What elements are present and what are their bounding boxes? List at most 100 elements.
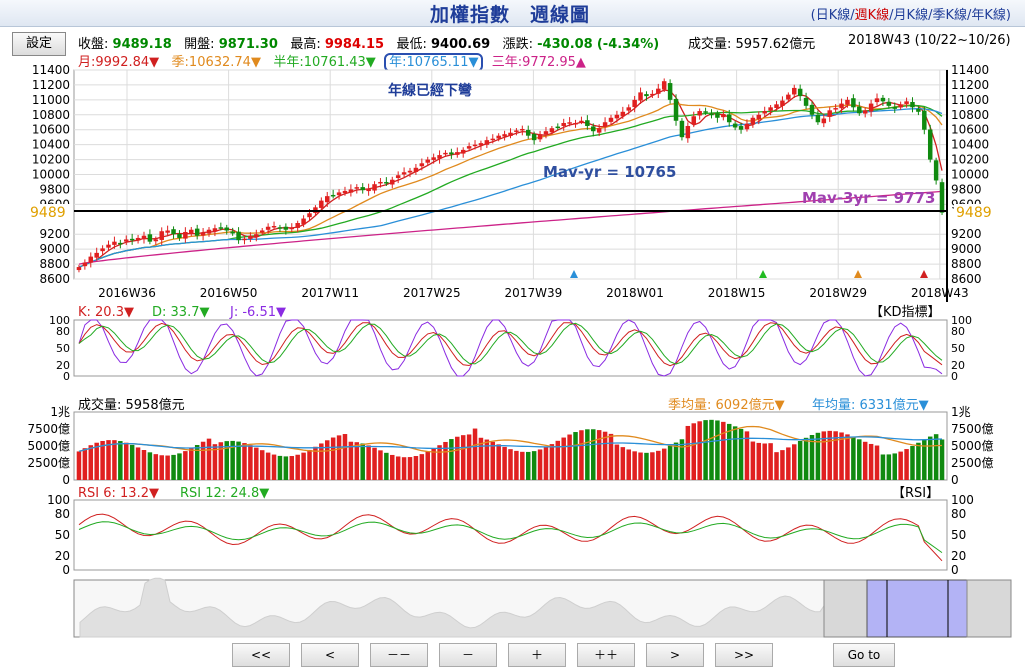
volume-bar [573,432,578,480]
candle-body [910,101,915,108]
price-y-tick-left: 10600 [32,123,70,137]
volume-year-avg: 年均量: 6331億元▼ [812,397,929,413]
volume-bar [135,447,141,480]
volume-bar [177,453,182,480]
rsi-panel-frame [73,499,948,571]
volume-bar [514,450,519,480]
volume-bar [490,441,496,480]
price-y-tick-left: 10800 [32,108,70,122]
candle-body [520,128,525,131]
volume-bar [596,430,602,480]
price-y-tick-right: 10600 [951,123,989,137]
candle-body [608,117,614,122]
candle-body [585,120,590,126]
volume-bar [248,445,253,480]
candle-body [82,262,88,267]
candle-body [845,99,850,105]
volume-bar [395,456,401,480]
volume-bar [868,443,874,480]
volume-bar [366,445,371,480]
volume-bar [254,447,259,480]
candle-body [277,227,283,229]
nav-zoom-out-button[interactable]: － [439,643,497,667]
candle-body [289,227,295,230]
candle-body [656,88,661,94]
volume-bar [537,449,543,480]
volume-bar [206,438,212,480]
candle-body [596,128,602,133]
volume-y-tick-left: 2500億 [27,456,70,470]
volume-bar [106,440,111,480]
nav-zoom-out-more-button[interactable]: －－ [370,643,428,667]
volume-bar [815,432,821,480]
volume-bar [520,451,525,480]
kd-y-tick-right: 80 [951,325,965,338]
candle-body [200,232,206,236]
volume-bar [768,443,773,480]
nav-first-button[interactable]: << [232,643,290,667]
candle-body [354,187,360,189]
candle-body [324,196,330,203]
candle-body [892,107,897,109]
candle-body [567,122,572,124]
rsi-y-tick-right: 100 [951,493,974,507]
volume-bar [330,437,336,480]
candle-body [726,114,732,123]
candle-body [437,155,442,159]
nav-last-button[interactable]: >> [715,643,773,667]
volume-bar [242,443,247,480]
candle-body [378,181,383,184]
nav-prev-button[interactable]: < [301,643,359,667]
volume-bar [549,444,555,480]
candle-body [797,88,803,97]
candle-body [100,248,105,252]
volume-bar [153,454,159,480]
volume-bar [159,455,164,480]
volume-bar [602,431,608,480]
candle-body [738,126,744,130]
nav-next-button[interactable]: > [646,643,704,667]
volume-bar [171,454,176,480]
price-y-tick-right: 10200 [951,153,989,167]
volume-label-text: 成交量: 5958億元 [78,397,185,413]
volume-bar [413,456,419,480]
goto-button[interactable]: Go to [833,643,895,667]
candle-body [490,138,496,141]
volume-bar [715,420,720,480]
candle-body [679,120,685,138]
volume-bar [455,436,460,480]
volume-y-tick-left: 1兆 [50,405,70,419]
candle-body [744,123,750,130]
mav-yr-note: Mav-yr = 10765 [543,163,676,181]
candle-body [721,114,726,118]
candle-body [259,230,265,233]
nav-zoom-in-more-button[interactable]: ＋＋ [577,643,635,667]
candle-body [803,97,809,106]
candle-body [360,187,365,191]
price-y-tick-right: 9000 [951,242,982,256]
volume-bar [738,428,744,480]
candle-body [549,128,555,133]
candle-body [135,237,141,241]
volume-bar [591,429,596,480]
candle-body [886,101,892,106]
rsi-y-tick-right: 0 [951,563,959,577]
volume-bar [94,442,99,480]
volume-bar [271,454,277,480]
price-y-tick-left: 11000 [32,93,70,107]
nav-zoom-in-button[interactable]: ＋ [508,643,566,667]
candle-body [638,92,643,101]
volume-bar [833,431,838,480]
rsi-y-tick-left: 50 [55,528,70,542]
volume-bar [797,441,803,480]
candle-body [614,114,620,119]
volume-bar [407,457,413,480]
candle-body [76,267,82,271]
candle-body [898,104,903,108]
volume-bar [862,441,868,480]
rsi-y-tick-left: 20 [55,549,70,563]
candle-body [508,132,513,136]
candle-body [555,126,561,129]
volume-bar [892,453,897,480]
price-y-tick-right: 11000 [951,93,989,107]
